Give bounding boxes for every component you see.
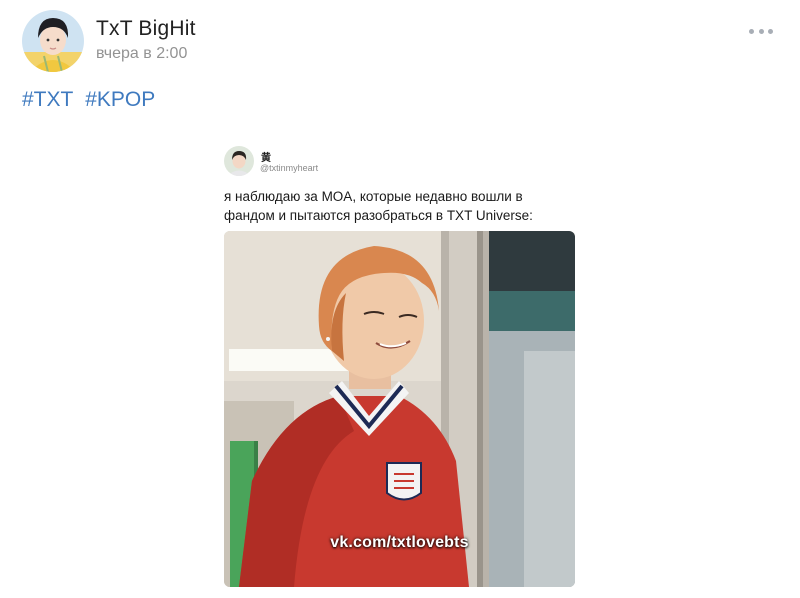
- tweet-text-line: я наблюдаю за MOA, которые недавно вошли…: [224, 189, 523, 204]
- photo-watermark: vk.com/txtlovebts: [330, 534, 469, 551]
- hashtag-link[interactable]: #KPOP: [85, 88, 155, 111]
- tweet-handle: @txtinmyheart: [260, 163, 319, 173]
- tweet-avatar-image: [224, 146, 254, 176]
- post-timestamp[interactable]: вчера в 2:00: [96, 45, 187, 63]
- hashtag-link[interactable]: #TXT: [22, 88, 73, 111]
- tweet-text: я наблюдаю за MOA, которые недавно вошли…: [224, 187, 584, 225]
- author-avatar[interactable]: [22, 10, 84, 72]
- more-dot: [758, 28, 764, 34]
- tweet-author-avatar: [224, 146, 254, 176]
- tweet-text-line: фандом и пытаются разобраться в TXT Univ…: [224, 208, 533, 223]
- avatar-image: [22, 10, 84, 72]
- more-horizontal-icon[interactable]: [749, 27, 773, 35]
- post-photo[interactable]: vk.com/txtlovebts: [224, 231, 575, 587]
- more-dot: [768, 28, 773, 34]
- tweet-display-name: 黄: [261, 153, 271, 164]
- more-dot: [749, 28, 754, 34]
- post-hashtags: #TXT #KPOP: [22, 88, 155, 112]
- wall-post: TxT BigHit вчера в 2:00 #TXT #KPOP 黄 @tx…: [0, 0, 800, 598]
- author-name[interactable]: TxT BigHit: [96, 17, 196, 41]
